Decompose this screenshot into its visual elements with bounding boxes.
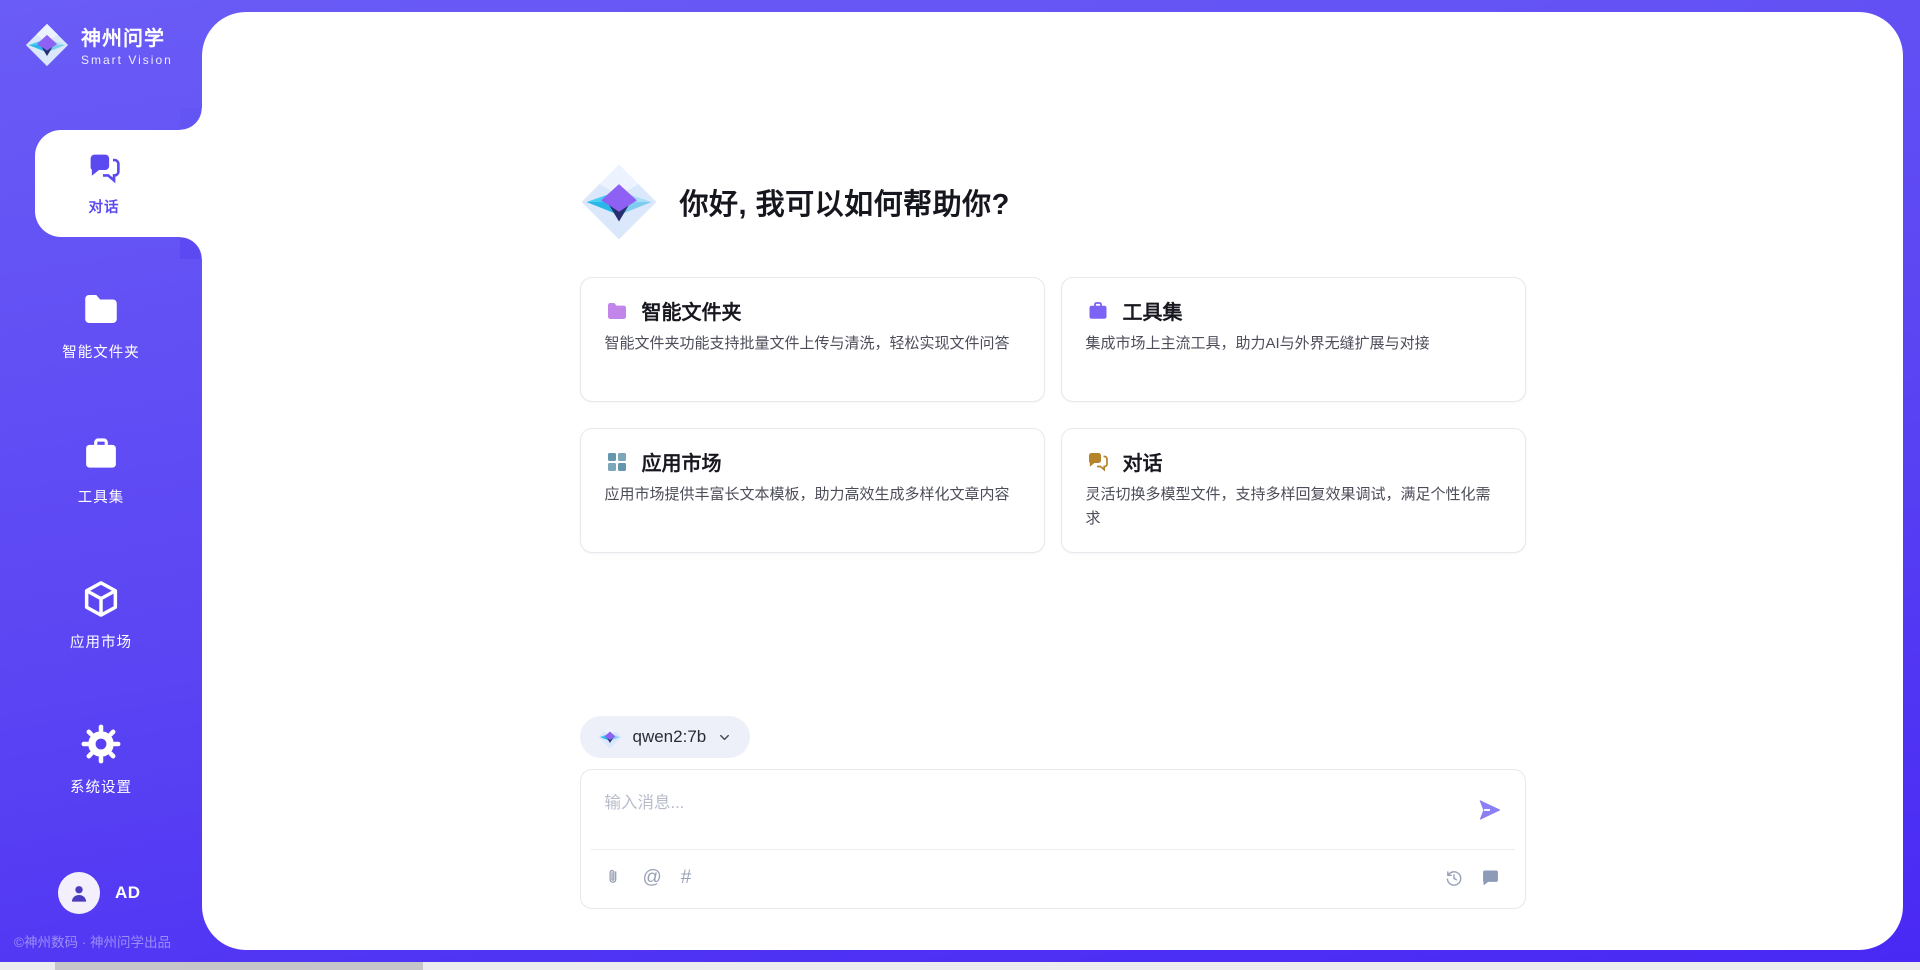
sidebar-item-label: 系统设置 <box>70 776 132 797</box>
sidebar-item-toolset[interactable]: 工具集 <box>0 433 202 507</box>
mention-icon[interactable]: @ <box>643 868 662 887</box>
user-initials: AD <box>115 883 141 903</box>
folder-icon <box>605 299 629 323</box>
person-icon <box>66 880 92 906</box>
horizontal-scrollbar[interactable] <box>0 962 1920 970</box>
sidebar-item-smart-folder[interactable]: 智能文件夹 <box>0 288 202 362</box>
card-toolset[interactable]: 工具集 集成市场上主流工具，助力AI与外界无缝扩展与对接 <box>1061 277 1526 402</box>
composer-toolbar: @ # <box>581 847 1525 908</box>
card-app-market[interactable]: 应用市场 应用市场提供丰富长文本模板，助力高效生成多样化文章内容 <box>580 428 1045 553</box>
comment-icon[interactable] <box>1480 867 1501 888</box>
sidebar-item-settings[interactable]: 系统设置 <box>0 723 202 797</box>
message-composer: @ # <box>580 769 1526 909</box>
card-description: 应用市场提供丰富长文本模板，助力高效生成多样化文章内容 <box>605 483 1020 507</box>
message-input[interactable] <box>581 770 1435 846</box>
copyright-text: ©神州数码 · 神州问学出品 <box>14 931 171 951</box>
card-title: 对话 <box>1123 447 1163 476</box>
greeting-row: 你好, 我可以如何帮助你? <box>580 163 1526 241</box>
card-title: 应用市场 <box>642 447 722 476</box>
send-icon[interactable] <box>1477 797 1503 823</box>
history-icon[interactable] <box>1444 868 1464 888</box>
model-gem-icon <box>598 725 622 749</box>
main-panel: 你好, 我可以如何帮助你? 智能文件夹 智能文件夹功能支持批量文件上传与清洗，轻… <box>202 12 1903 950</box>
chat-home-content: 你好, 我可以如何帮助你? 智能文件夹 智能文件夹功能支持批量文件上传与清洗，轻… <box>580 12 1526 909</box>
card-description: 集成市场上主流工具，助力AI与外界无缝扩展与对接 <box>1086 332 1501 356</box>
toolbox-icon <box>80 433 122 475</box>
sidebar-item-label: 应用市场 <box>70 631 132 652</box>
chat-bubbles-icon <box>1086 450 1110 474</box>
chevron-down-icon <box>717 730 732 745</box>
tab-fillet-bottom <box>180 237 202 259</box>
brand-name: 神州问学 <box>81 22 173 51</box>
scrollbar-thumb[interactable] <box>55 962 423 970</box>
sidebar-item-chat[interactable]: 对话 <box>35 130 211 237</box>
chat-bubbles-icon <box>86 150 123 187</box>
card-title: 工具集 <box>1123 296 1183 325</box>
brand-logo-icon <box>25 23 69 67</box>
card-description: 智能文件夹功能支持批量文件上传与清洗，轻松实现文件问答 <box>605 332 1020 356</box>
brand-gem-icon <box>580 163 658 241</box>
cube-icon <box>80 578 122 620</box>
sidebar-item-app-market[interactable]: 应用市场 <box>0 578 202 652</box>
feature-cards: 智能文件夹 智能文件夹功能支持批量文件上传与清洗，轻松实现文件问答 工具集 集成… <box>580 277 1526 553</box>
attachment-icon[interactable] <box>605 868 624 887</box>
model-name: qwen2:7b <box>633 727 707 747</box>
sidebar-item-label: 智能文件夹 <box>62 341 140 362</box>
avatar <box>58 872 100 914</box>
card-title: 智能文件夹 <box>642 296 742 325</box>
user-profile[interactable]: AD <box>58 872 141 914</box>
tab-fillet-top <box>180 108 202 130</box>
sidebar-item-label: 工具集 <box>78 486 125 507</box>
apps-grid-icon <box>605 450 629 474</box>
hash-icon[interactable]: # <box>681 868 692 887</box>
card-chat[interactable]: 对话 灵活切换多模型文件，支持多样回复效果调试，满足个性化需求 <box>1061 428 1526 553</box>
sidebar: 神州问学 Smart Vision 对话 智能文件夹 工具集 应用市场 系统设置 <box>0 0 202 970</box>
model-selector[interactable]: qwen2:7b <box>580 716 751 758</box>
brand: 神州问学 Smart Vision <box>25 22 173 67</box>
gear-icon <box>80 723 122 765</box>
sidebar-item-label: 对话 <box>89 196 120 217</box>
greeting-text: 你好, 我可以如何帮助你? <box>680 181 1010 223</box>
card-description: 灵活切换多模型文件，支持多样回复效果调试，满足个性化需求 <box>1086 483 1501 531</box>
card-smart-folder[interactable]: 智能文件夹 智能文件夹功能支持批量文件上传与清洗，轻松实现文件问答 <box>580 277 1045 402</box>
folder-icon <box>80 288 122 330</box>
toolbox-icon <box>1086 299 1110 323</box>
brand-subtitle: Smart Vision <box>81 53 173 67</box>
